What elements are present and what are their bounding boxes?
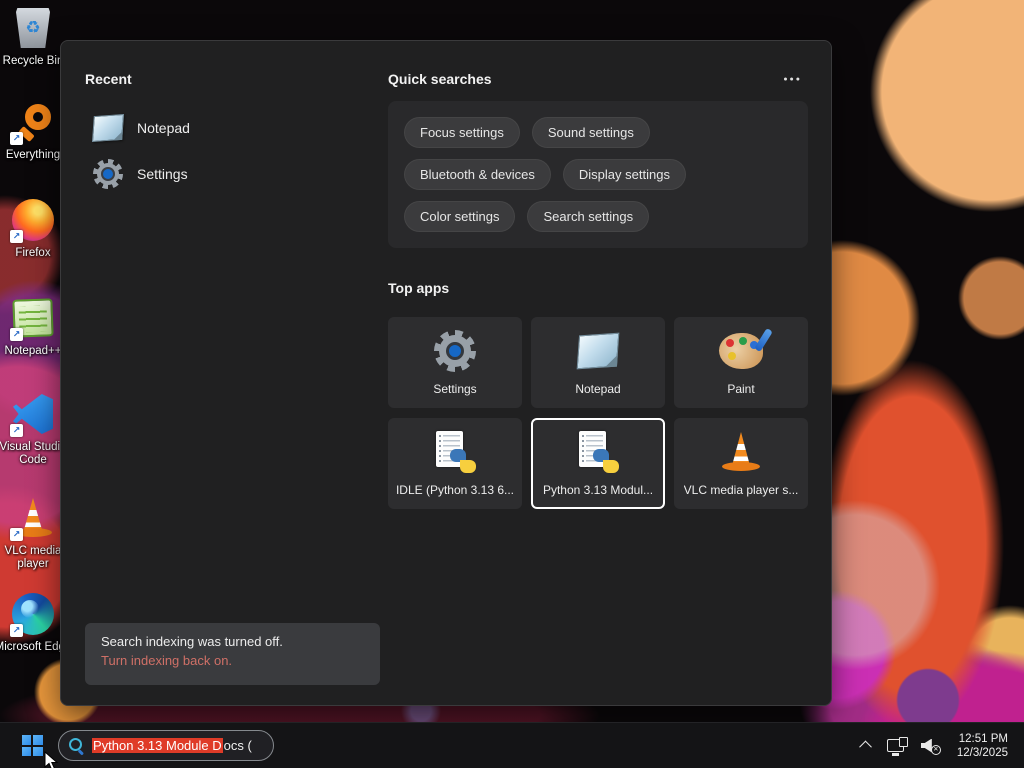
clock-date: 12/3/2025: [956, 746, 1008, 759]
taskbar: Python 3.13 Module Docs ( ✕ 12:51 PM 12/…: [0, 722, 1024, 768]
windows-logo-icon: [21, 735, 43, 756]
quick-search-chip[interactable]: Color settings: [404, 201, 516, 232]
paint-palette-icon: [719, 327, 773, 369]
python-doc-icon: [432, 431, 478, 473]
tile-label: IDLE (Python 3.13 6...: [395, 483, 515, 497]
ellipsis-icon[interactable]: ●●●: [777, 74, 808, 85]
top-app-tile-idle[interactable]: IDLE (Python 3.13 6...: [388, 418, 522, 509]
clock-time: 12:51 PM: [958, 732, 1008, 745]
turn-indexing-on-link[interactable]: Turn indexing back on.: [101, 653, 364, 668]
top-app-tile-vlc-skinned[interactable]: VLC media player s...: [674, 418, 808, 509]
tile-label: Paint: [727, 382, 755, 396]
indexing-notice: Search indexing was turned off. Turn ind…: [85, 623, 380, 685]
python-doc-icon: [575, 431, 621, 473]
settings-gear-icon: [434, 330, 476, 372]
hidden-icons-button[interactable]: [856, 730, 875, 762]
start-button[interactable]: [17, 731, 47, 761]
indexing-notice-message: Search indexing was turned off.: [101, 634, 283, 649]
top-apps-title: Top apps: [388, 280, 450, 296]
quick-search-chip[interactable]: Bluetooth & devices: [404, 159, 551, 190]
shortcut-arrow-icon: ↗: [10, 424, 23, 437]
quick-search-chip[interactable]: Display settings: [562, 159, 686, 190]
shortcut-arrow-icon: ↗: [10, 624, 23, 637]
top-app-tile-notepad[interactable]: Notepad: [531, 317, 665, 408]
recent-item-notepad[interactable]: Notepad: [85, 105, 375, 151]
volume-button[interactable]: ✕: [916, 730, 946, 762]
recent-item-settings[interactable]: Settings: [85, 151, 375, 197]
tile-label: VLC media player s...: [683, 483, 799, 497]
recent-title: Recent: [85, 71, 132, 87]
search-text-trailing: ocs (: [223, 738, 252, 753]
network-icon: [886, 737, 908, 756]
shortcut-arrow-icon: ↗: [10, 528, 23, 541]
tile-label: Python 3.13 Modul...: [542, 483, 654, 497]
shortcut-arrow-icon: ↗: [10, 328, 23, 341]
quick-search-chip[interactable]: Focus settings: [404, 117, 520, 148]
quick-searches-section: Quick searches ●●● Focus settings Sound …: [388, 71, 808, 509]
quick-search-chip[interactable]: Search settings: [527, 201, 650, 232]
recent-item-label: Settings: [137, 166, 188, 182]
top-app-tile-paint[interactable]: Paint: [674, 317, 808, 408]
quick-searches-card: Focus settings Sound settings Bluetooth …: [388, 101, 808, 248]
shortcut-arrow-icon: ↗: [10, 132, 23, 145]
shortcut-arrow-icon: ↗: [10, 230, 23, 243]
network-button[interactable]: [882, 730, 909, 762]
tile-label: Notepad: [575, 382, 621, 396]
settings-gear-icon: [93, 159, 123, 189]
clock[interactable]: 12:51 PM 12/3/2025: [953, 730, 1012, 762]
search-text-highlighted: Python 3.13 Module D: [92, 738, 223, 753]
recent-item-label: Notepad: [137, 120, 190, 136]
tile-label: Settings: [433, 382, 477, 396]
recycle-bin-icon: ♻: [16, 8, 50, 48]
notepad-icon: [91, 113, 125, 143]
top-apps-grid: Settings Notepad Paint IDLE (Python 3.13…: [388, 317, 808, 509]
search-box-text: Python 3.13 Module Docs (: [92, 738, 252, 753]
taskbar-search-box[interactable]: Python 3.13 Module Docs (: [58, 730, 274, 761]
top-app-tile-python-module-docs[interactable]: Python 3.13 Modul...: [531, 418, 665, 509]
quick-searches-title: Quick searches: [388, 71, 492, 87]
quick-search-chip[interactable]: Sound settings: [531, 117, 650, 148]
recent-section: Recent Notepad Settings: [85, 71, 375, 197]
volume-muted-icon: ✕: [920, 738, 941, 755]
vlc-cone-icon: [721, 431, 761, 473]
chevron-up-icon: [858, 740, 872, 754]
search-flyout-panel: Recent Notepad Settings Quick searches ●…: [60, 40, 832, 706]
system-tray: ✕ 12:51 PM 12/3/2025: [856, 730, 1024, 762]
top-app-tile-settings[interactable]: Settings: [388, 317, 522, 408]
search-magnifier-icon: [69, 738, 84, 753]
notepad-icon: [576, 332, 620, 370]
